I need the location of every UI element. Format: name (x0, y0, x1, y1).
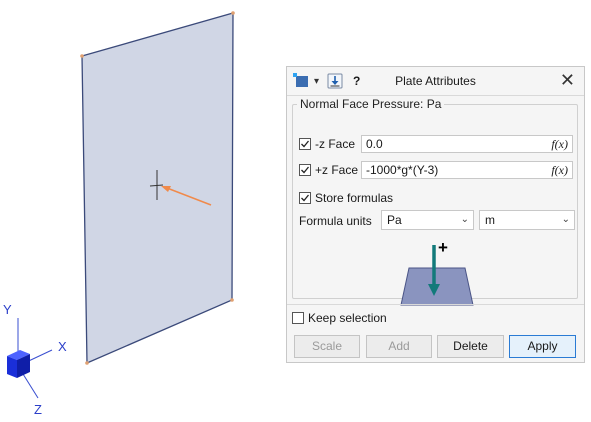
titlebar-tools: ▾ ? (293, 73, 360, 89)
axis-label-x: X (58, 339, 67, 354)
layers-icon[interactable] (293, 73, 311, 89)
apply-button[interactable]: Apply (509, 335, 576, 358)
axis-label-y: Y (3, 302, 12, 317)
keep-selection-checkbox[interactable] (292, 312, 304, 324)
pressure-unit-select[interactable]: Pa ⌄ (381, 210, 474, 230)
pressure-unit-value: Pa (387, 213, 402, 227)
plate-vertex (85, 361, 89, 365)
check-icon (301, 194, 310, 202)
store-formulas-label: Store formulas (315, 191, 394, 205)
neg-z-face-label: -z Face (315, 137, 356, 151)
plate-attributes-panel: Plate Attributes ▾ ? ✕ Normal Face Press… (286, 66, 585, 363)
length-unit-select[interactable]: m ⌄ (479, 210, 575, 230)
pos-z-face-value: -1000*g*(Y-3) (366, 163, 439, 177)
pos-z-face-checkbox[interactable] (299, 164, 311, 176)
keep-selection-row: Keep selection (292, 311, 387, 325)
length-unit-value: m (485, 213, 495, 227)
formula-fx-icon[interactable]: f(x) (551, 136, 568, 152)
chevron-down-icon[interactable]: ▾ (314, 76, 319, 87)
pos-z-face-label: +z Face (315, 163, 359, 177)
keep-selection-label: Keep selection (308, 311, 387, 325)
store-formulas-row: Store formulas (299, 191, 393, 205)
pos-z-face-input[interactable]: -1000*g*(Y-3) f(x) (361, 161, 573, 179)
dropdown-arrow-icon: ⌄ (561, 214, 570, 225)
store-formulas-checkbox[interactable] (299, 192, 311, 204)
pos-z-face-row: +z Face (299, 163, 358, 177)
plate-vertex (80, 54, 84, 58)
panel-titlebar: Plate Attributes ▾ ? ✕ (287, 67, 584, 95)
neg-z-face-checkbox[interactable] (299, 138, 311, 150)
plate-vertex (230, 298, 234, 302)
plate-vertex (231, 11, 235, 15)
formula-fx-icon[interactable]: f(x) (551, 162, 568, 178)
positive-sign: + (438, 238, 448, 257)
delete-button[interactable]: Delete (437, 335, 504, 358)
axis-cube-icon (7, 350, 30, 378)
axis-label-z: Z (34, 402, 42, 417)
pressure-direction-diagram: + (400, 238, 474, 306)
group-label: Normal Face Pressure: Pa (300, 97, 442, 111)
check-icon (301, 140, 310, 148)
help-icon[interactable]: ? (353, 74, 360, 88)
divider (287, 95, 584, 96)
add-button[interactable]: Add (366, 335, 432, 358)
axis-triad: Y X Z (3, 302, 67, 417)
download-icon[interactable] (327, 73, 343, 89)
normal-face-pressure-group: Normal Face Pressure: Pa -z Face 0.0 f(x… (292, 97, 578, 306)
dropdown-arrow-icon: ⌄ (460, 214, 469, 225)
neg-z-face-input[interactable]: 0.0 f(x) (361, 135, 573, 153)
close-icon[interactable]: ✕ (560, 70, 575, 90)
divider (287, 304, 584, 305)
check-icon (301, 166, 310, 174)
neg-z-face-value: 0.0 (366, 137, 383, 151)
scale-button[interactable]: Scale (294, 335, 360, 358)
formula-units-label: Formula units (299, 214, 372, 228)
neg-z-face-row: -z Face (299, 137, 355, 151)
